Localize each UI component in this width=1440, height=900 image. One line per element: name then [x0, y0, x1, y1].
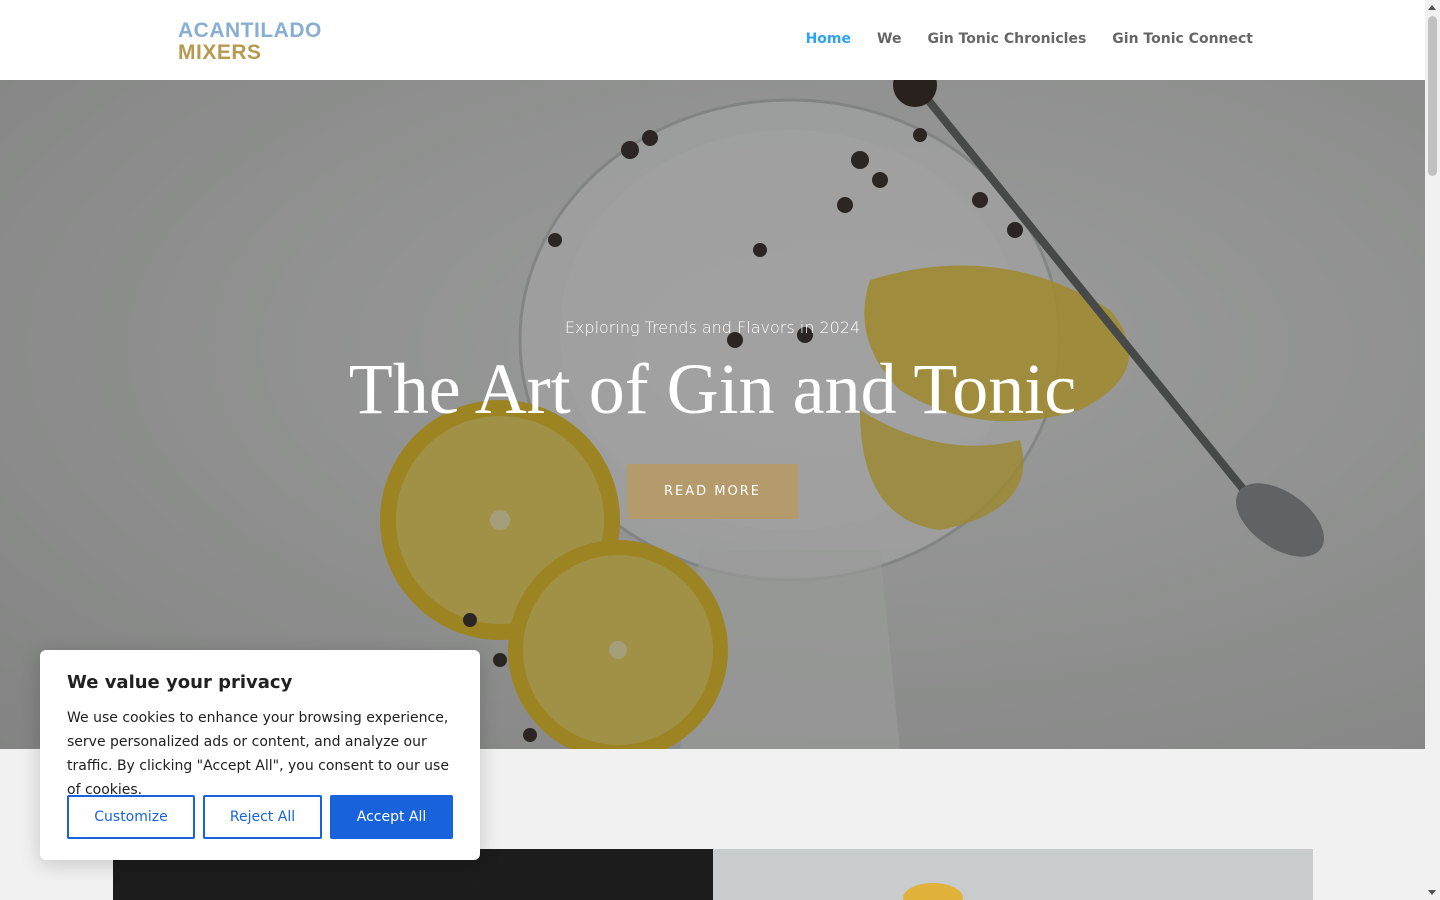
accept-all-button[interactable]: Accept All	[330, 795, 453, 839]
cookie-title: We value your privacy	[67, 672, 293, 693]
content-image-panel	[713, 849, 1313, 900]
read-more-button[interactable]: READ MORE	[627, 464, 798, 519]
hero-section: Exploring Trends and Flavors in 2024 The…	[0, 80, 1425, 749]
nav-item-gin-tonic-connect[interactable]: Gin Tonic Connect	[1112, 31, 1253, 47]
logo-line-2: MIXERS	[178, 41, 262, 64]
scrollbar-thumb[interactable]	[1428, 16, 1437, 176]
cookie-consent-banner: We value your privacy We use cookies to …	[40, 650, 480, 860]
hero-title: The Art of Gin and Tonic	[348, 349, 1077, 429]
hero-subtitle: Exploring Trends and Flavors in 2024	[564, 318, 861, 337]
page-scrollbar[interactable]	[1425, 0, 1440, 900]
customize-button[interactable]: Customize	[67, 795, 195, 839]
logo-line-1: ACANTILADO	[178, 19, 322, 42]
cookie-actions: Customize Reject All Accept All	[67, 795, 453, 839]
nav-item-home[interactable]: Home	[806, 31, 851, 47]
main-nav: Home We Gin Tonic Chronicles Gin Tonic C…	[806, 31, 1253, 47]
site-logo[interactable]: ACANTILADO MIXERS	[178, 20, 322, 63]
nav-item-we[interactable]: We	[877, 31, 901, 47]
site-header: ACANTILADO MIXERS Home We Gin Tonic Chro…	[0, 0, 1425, 80]
scroll-up-icon[interactable]	[1428, 5, 1436, 10]
scroll-down-icon[interactable]	[1428, 890, 1436, 895]
nav-item-gin-tonic-chronicles[interactable]: Gin Tonic Chronicles	[927, 31, 1086, 47]
lemon-peel-image	[903, 883, 963, 900]
cookie-body-text: We use cookies to enhance your browsing …	[67, 710, 449, 798]
reject-all-button[interactable]: Reject All	[203, 795, 322, 839]
